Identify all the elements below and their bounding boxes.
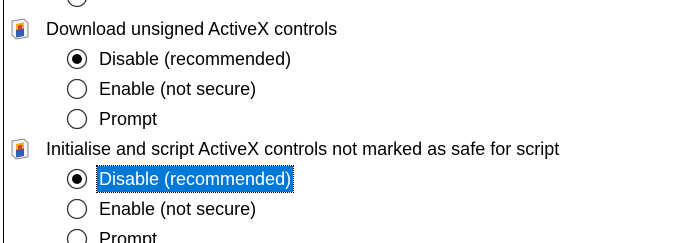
clipped-option-row[interactable] bbox=[66, 0, 99, 10]
radio-unchecked-icon[interactable] bbox=[66, 78, 88, 100]
radio-unchecked-icon[interactable] bbox=[66, 198, 88, 220]
option-row-enable[interactable]: Enable (not secure) bbox=[66, 196, 256, 222]
option-label[interactable]: Prompt bbox=[99, 106, 157, 132]
settings-gear-icon bbox=[11, 138, 29, 160]
option-label[interactable]: Prompt bbox=[99, 226, 157, 243]
option-label[interactable]: Enable (not secure) bbox=[99, 196, 256, 222]
option-row-disable[interactable]: Disable (recommended) bbox=[66, 46, 291, 72]
radio-checked-icon[interactable] bbox=[66, 48, 88, 70]
option-row-prompt[interactable]: Prompt bbox=[66, 106, 157, 132]
option-label-selected[interactable]: Disable (recommended) bbox=[95, 165, 295, 193]
radio-unchecked-icon[interactable] bbox=[66, 108, 88, 130]
option-row-enable[interactable]: Enable (not secure) bbox=[66, 76, 256, 102]
radio-unchecked-icon[interactable] bbox=[66, 228, 88, 243]
radio-checked-icon[interactable] bbox=[66, 168, 88, 190]
option-row-prompt[interactable]: Prompt bbox=[66, 226, 157, 243]
option-label[interactable]: Enable (not secure) bbox=[99, 76, 256, 102]
settings-gear-icon bbox=[11, 18, 29, 40]
setting-label: Initialise and script ActiveX controls n… bbox=[46, 139, 560, 159]
setting-initialise-script-activex: Initialise and script ActiveX controls n… bbox=[10, 136, 559, 162]
option-row-disable-focused[interactable]: Disable (recommended) bbox=[66, 165, 295, 193]
setting-download-unsigned-activex: Download unsigned ActiveX controls bbox=[10, 16, 337, 42]
security-settings-list: Download unsigned ActiveX controls Disab… bbox=[0, 0, 686, 243]
setting-label: Download unsigned ActiveX controls bbox=[46, 19, 338, 39]
radio-unchecked-icon[interactable] bbox=[66, 0, 88, 8]
option-label[interactable]: Disable (recommended) bbox=[99, 46, 291, 72]
tree-guide-line bbox=[3, 0, 4, 243]
